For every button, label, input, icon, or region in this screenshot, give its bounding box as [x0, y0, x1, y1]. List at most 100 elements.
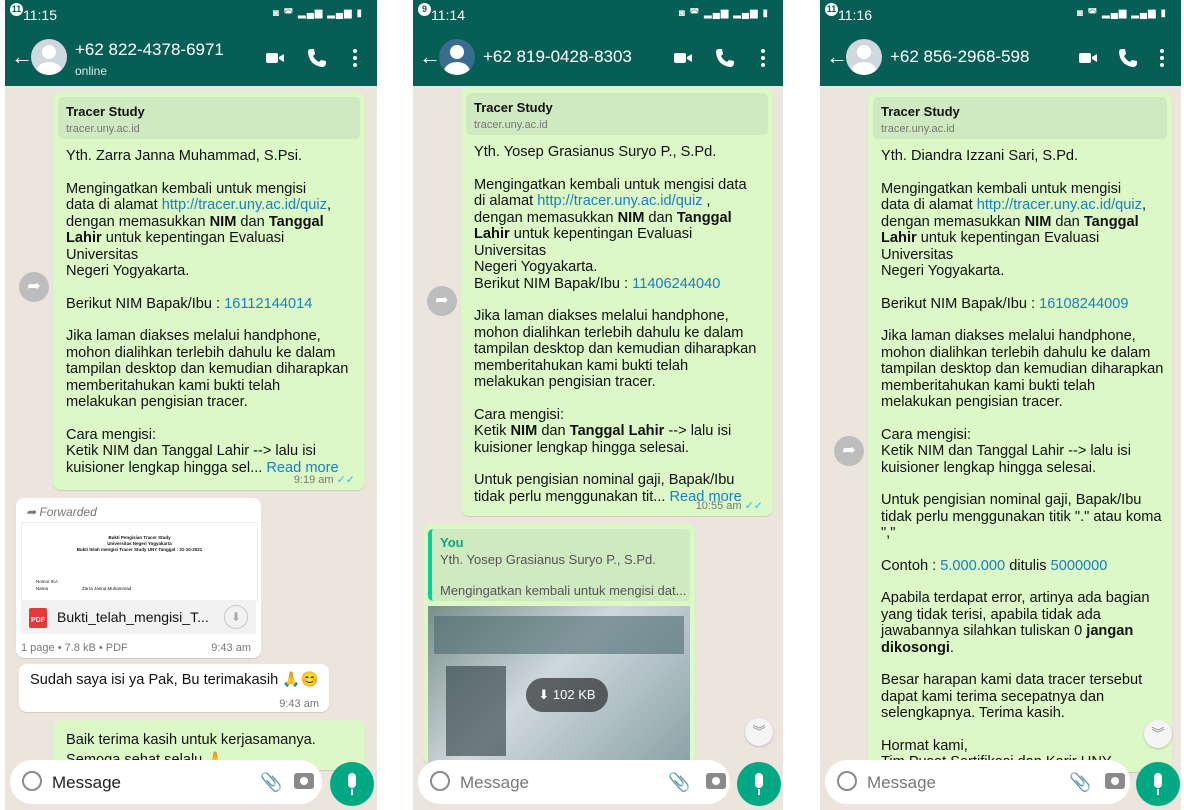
- back-arrow-icon[interactable]: ←: [826, 44, 848, 70]
- message-input-bar[interactable]: Message 📎: [10, 760, 322, 804]
- contact-name[interactable]: +62 856-2968-598: [890, 47, 1029, 67]
- paragraph-salary: Untuk pengisian nominal gaji, Bapak/Ibu …: [881, 492, 1162, 541]
- message-bubble-reminder[interactable]: Tracer Study tracer.uny.ac.id Yth. Zarra…: [53, 92, 365, 490]
- read-ticks-icon: ✓✓: [336, 474, 355, 486]
- message-bubble-reply[interactable]: Sudah saya isi ya Pak, Bu terimakasih 🙏😊…: [19, 664, 329, 712]
- bold-text: NIM: [510, 423, 538, 439]
- mic-button[interactable]: [737, 762, 781, 806]
- quiz-link[interactable]: http://tracer.uny.ac.id/quiz: [537, 193, 702, 209]
- video-call-icon[interactable]: [263, 46, 287, 70]
- forward-icon[interactable]: ➦: [19, 272, 49, 302]
- attach-icon[interactable]: 📎: [260, 772, 282, 793]
- text: Negeri Yogyakarta.: [66, 263, 190, 279]
- voice-call-icon[interactable]: [713, 46, 737, 70]
- paragraph-instructions: Jika laman diakses melalui handphone, mo…: [66, 328, 349, 410]
- camera-icon[interactable]: [706, 773, 726, 789]
- attach-icon[interactable]: 📎: [1069, 772, 1091, 793]
- link-preview-url: tracer.uny.ac.id: [66, 123, 140, 135]
- quiz-link[interactable]: http://tracer.uny.ac.id/quiz: [977, 197, 1142, 213]
- contact-name[interactable]: +62 822-4378-6971: [75, 40, 224, 60]
- message-bubble-reminder[interactable]: Tracer Study tracer.uny.ac.id Yth. Diand…: [868, 92, 1172, 772]
- more-options-icon[interactable]: [751, 46, 775, 70]
- quiz-link[interactable]: http://tracer.uny.ac.id/quiz: [162, 197, 327, 213]
- video-call-icon[interactable]: [1076, 46, 1100, 70]
- example-value[interactable]: 5.000.000: [940, 558, 1005, 574]
- bold-text: NIM: [617, 209, 645, 226]
- message-bubble-image-reply[interactable]: You Yth. Yosep Grasianus Suryo P., S.Pd.…: [423, 524, 695, 764]
- bold-text: NIM: [1024, 213, 1052, 230]
- link-preview[interactable]: Tracer Study tracer.uny.ac.id: [58, 97, 360, 139]
- notification-badge: 11: [10, 3, 23, 16]
- link-preview[interactable]: Tracer Study tracer.uny.ac.id: [873, 97, 1167, 139]
- file-attachment[interactable]: PDF Bukti_telah_mengisi_T... ⬇: [21, 600, 256, 634]
- message-bubble-document[interactable]: ➦ Forwarded Bukti Pengisian Tracer Study…: [16, 498, 261, 658]
- bold-text: Tanggal Lahir: [569, 423, 665, 439]
- text: Untuk pengisian nominal gaji, Bapak/Ibu: [474, 472, 735, 488]
- signal-icons: ◙ ◚ ▂▄▆ ▂▄▆ ▮: [272, 8, 363, 19]
- status-bar: 11:15 11 ◙ ◚ ▂▄▆ ▂▄▆ ▮: [5, 0, 377, 30]
- link-preview[interactable]: Tracer Study tracer.uny.ac.id: [466, 93, 768, 135]
- pdf-icon: PDF: [29, 608, 47, 628]
- text: dan: [1051, 213, 1084, 230]
- scroll-down-icon[interactable]: ︾: [1144, 720, 1172, 748]
- emoji-icon[interactable]: [837, 771, 857, 791]
- image-blur-block: [446, 666, 506, 756]
- more-options-icon[interactable]: [1150, 46, 1174, 70]
- greeting: Yth. Yosep Grasianus Suryo P., S.Pd.: [474, 144, 717, 160]
- text: Negeri Yogyakarta.: [474, 259, 598, 275]
- example-value[interactable]: 5000000: [1051, 558, 1108, 574]
- message-input[interactable]: Message: [52, 773, 121, 793]
- avatar[interactable]: [31, 39, 67, 75]
- text: --> lalu isi: [664, 423, 732, 439]
- message-input[interactable]: Message: [867, 773, 936, 793]
- quoted-message[interactable]: You Yth. Yosep Grasianus Suryo P., S.Pd.…: [428, 529, 690, 601]
- message-bubble-reminder[interactable]: Tracer Study tracer.uny.ac.id Yth. Yosep…: [461, 88, 773, 516]
- file-meta: 1 page • 7.8 kB • PDF: [21, 642, 128, 654]
- paragraph-intro: Mengingatkan kembali untuk mengisi data d…: [881, 181, 1164, 280]
- text: Forwarded: [39, 505, 97, 519]
- video-call-icon[interactable]: [671, 46, 695, 70]
- bold-text: Tanggal: [268, 213, 324, 230]
- chat-screen-2: 11:14 9 ◙ ◚ ▂▄▆ ▂▄▆ ▮ ← +62 819-0428-8303…: [413, 0, 783, 810]
- scroll-down-icon[interactable]: ︾: [745, 718, 773, 746]
- message-input[interactable]: Message: [460, 773, 529, 793]
- mic-button[interactable]: [330, 762, 374, 806]
- text: Mengingatkan kembali untuk mengisi data: [474, 176, 747, 193]
- voice-call-icon[interactable]: [305, 46, 329, 70]
- message-text: Sudah saya isi ya Pak, Bu terimakasih 🙏😊: [30, 672, 319, 688]
- message-meta: 9:19 am ✓✓: [294, 472, 355, 489]
- link-preview-title: Tracer Study: [474, 100, 553, 115]
- text: ,: [702, 193, 711, 209]
- text: dengan memasukkan: [881, 213, 1025, 230]
- nim-number[interactable]: 16112144014: [224, 296, 312, 312]
- back-arrow-icon[interactable]: ←: [419, 44, 441, 70]
- mic-button[interactable]: [1136, 762, 1180, 806]
- forward-icon[interactable]: ➦: [427, 286, 457, 316]
- camera-icon[interactable]: [294, 773, 314, 789]
- camera-icon[interactable]: [1105, 773, 1125, 789]
- emoji-icon[interactable]: [22, 771, 42, 791]
- contact-name[interactable]: +62 819-0428-8303: [483, 47, 632, 67]
- voice-call-icon[interactable]: [1116, 46, 1140, 70]
- download-button[interactable]: ⬇ 102 KB: [526, 678, 608, 712]
- avatar[interactable]: [439, 39, 475, 75]
- avatar[interactable]: [846, 39, 882, 75]
- bold-text: Lahir: [474, 226, 510, 242]
- nim-number[interactable]: 16108244009: [1039, 296, 1128, 312]
- nim-number[interactable]: 11406244040: [632, 276, 720, 292]
- text: data di alamat: [66, 197, 162, 213]
- blurred-image-preview[interactable]: ⬇ 102 KB: [428, 606, 690, 764]
- more-options-icon[interactable]: [343, 46, 367, 70]
- emoji-icon[interactable]: [430, 771, 450, 791]
- status-bar: 11:16 11 ◙ ◚ ▂▄▆ ▂▄▆ ▮: [820, 0, 1181, 30]
- text: tidak perlu menggunakan tit...: [474, 488, 670, 505]
- attach-icon[interactable]: 📎: [668, 772, 690, 793]
- document-thumbnail[interactable]: Bukti Pengisian Tracer Study Universitas…: [21, 522, 258, 602]
- message-input-bar[interactable]: Message 📎: [418, 760, 730, 804]
- download-size: 102 KB: [552, 687, 596, 702]
- quote-line-1: Yth. Yosep Grasianus Suryo P., S.Pd.: [440, 552, 656, 567]
- download-icon[interactable]: ⬇: [224, 605, 248, 629]
- message-input-bar[interactable]: Message 📎: [825, 760, 1130, 804]
- back-arrow-icon[interactable]: ←: [11, 44, 33, 70]
- forward-icon[interactable]: ➦: [834, 436, 864, 466]
